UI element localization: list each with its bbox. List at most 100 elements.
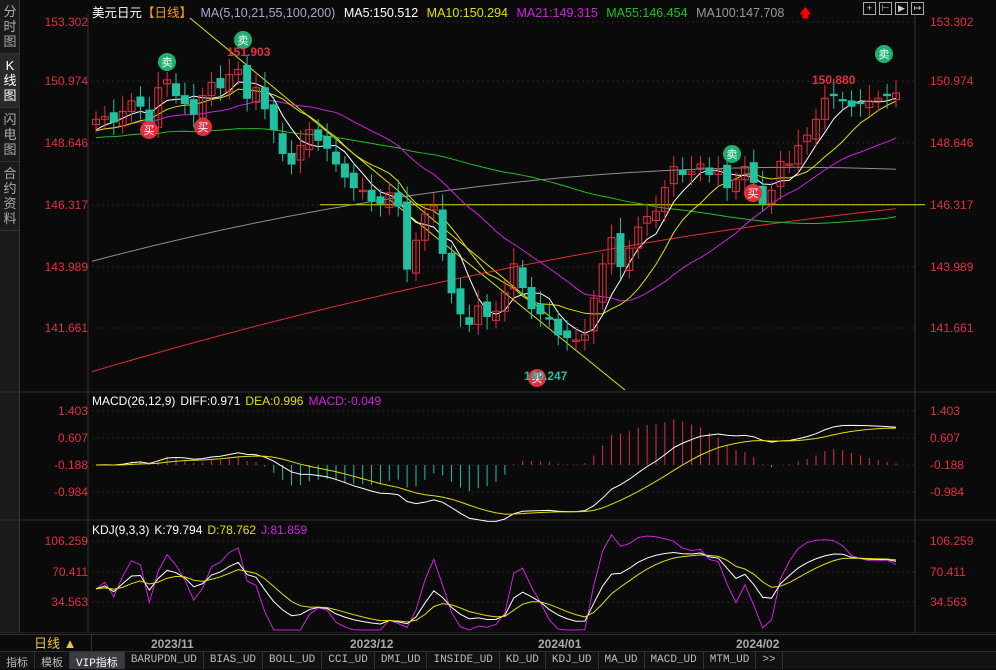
ma5-value: MA5:150.512 — [343, 6, 419, 20]
candle-body — [563, 330, 572, 338]
axis-label: 143.989 — [930, 260, 974, 274]
tab-biasud[interactable]: BIAS_UD — [204, 652, 264, 669]
candle-body — [172, 83, 180, 97]
axis-label: 146.317 — [44, 198, 88, 212]
axis-label: 141.661 — [930, 321, 974, 335]
chart-header: 美元日元【日线】 MA(5,10,21,55,100,200) MA5:150.… — [92, 2, 817, 25]
tab-barupdnud[interactable]: BARUPDN_UD — [125, 652, 204, 669]
candle-body — [705, 167, 714, 176]
candle-body — [287, 152, 296, 165]
low-price-label: 140.247 — [524, 369, 568, 383]
candle-body — [527, 287, 536, 310]
date-label: 2024/01 — [538, 637, 582, 651]
symbol-name: 美元日元 — [92, 6, 143, 20]
buy-signal-label: 买 — [748, 187, 759, 200]
kdj-label: KDJ(9,3,3) — [92, 523, 150, 537]
crosshair-icon[interactable]: + — [863, 2, 876, 15]
recent-high-label: 150.880 — [812, 73, 856, 87]
candle-body — [314, 129, 323, 141]
candle-body — [189, 99, 198, 115]
axis-label: -0.188 — [930, 458, 965, 472]
tab-cciud[interactable]: CCI_UD — [322, 652, 375, 669]
sell-signal-label: 卖 — [879, 48, 890, 61]
kdj-k-line — [95, 551, 897, 625]
axis-label: 106.259 — [44, 534, 88, 548]
axis-label: 141.661 — [44, 321, 88, 335]
axis-label: -0.984 — [930, 485, 965, 499]
axis-label: 34.563 — [51, 595, 88, 609]
candle-body — [394, 192, 403, 207]
kdj-j-line — [95, 533, 897, 631]
date-axis: 日线 ▲ 2023/11 2023/12 2024/01 2024/02 — [0, 634, 996, 652]
tab-[interactable]: >> — [756, 652, 783, 669]
period-selector[interactable]: 日线 ▲ — [20, 635, 92, 652]
axis-label: 150.974 — [44, 74, 88, 88]
price-chart[interactable]: 卖卖卖卖买 买买买151.903150.880140.247 — [0, 0, 996, 633]
axis-label: 143.989 — [44, 260, 88, 274]
zoom-fit-icon[interactable]: ⊢ — [879, 2, 892, 15]
candle-body — [376, 196, 385, 204]
axis-label: 34.563 — [930, 595, 967, 609]
axis-label: 0.607 — [930, 431, 961, 445]
candle-body — [216, 78, 225, 89]
candle-body — [332, 151, 340, 165]
tab-bollud[interactable]: BOLL_UD — [263, 652, 323, 669]
date-label: 2024/02 — [736, 637, 780, 651]
macd-legend: MACD(26,12,9) DIFF:0.971 DEA:0.996 MACD:-0.… — [92, 394, 386, 408]
candle-body — [456, 288, 465, 315]
candle-body — [465, 317, 474, 325]
candle-body — [883, 93, 892, 97]
axis-label: 148.646 — [44, 136, 88, 150]
ma55-line — [95, 128, 897, 225]
trend-line — [189, 17, 561, 326]
indicator-tabs: 指标 模板 VIP指标 BARUPDN_UD BIAS_UD BOLL_UD CCI_UD D… — [0, 652, 996, 670]
axis-label: 153.302 — [44, 15, 88, 29]
candle-body — [483, 301, 492, 317]
tab-dmiud[interactable]: DMI_UD — [375, 652, 428, 669]
tab-maud[interactable]: MA_UD — [599, 652, 645, 669]
tab-[interactable]: 指标 — [0, 652, 35, 670]
macd-diff: DIFF:0.971 — [180, 394, 241, 408]
candle-body — [278, 133, 287, 154]
chart-toolbar: + ⊢ ▶ ↦ — [863, 2, 924, 15]
axis-label: 153.302 — [930, 15, 974, 29]
kdj-j: J:81.859 — [261, 523, 308, 537]
candle-body — [749, 162, 758, 183]
play-icon[interactable]: ▶ — [895, 2, 908, 15]
ma-params[interactable]: MA(5,10,21,55,100,200) — [201, 6, 336, 20]
axis-label: 146.317 — [930, 198, 974, 212]
candle-body — [447, 252, 456, 294]
ma5-line — [95, 81, 897, 334]
axis-label: 70.411 — [52, 565, 88, 579]
tab-macdud[interactable]: MACD_UD — [645, 652, 704, 669]
ma55-value: MA55:146.454 — [606, 6, 688, 20]
candle-body — [260, 87, 269, 110]
tab-[interactable]: 模板 — [35, 652, 70, 670]
tab-mtmud[interactable]: MTM_UD — [704, 652, 757, 669]
axis-label: 106.259 — [930, 534, 974, 548]
up-arrow-icon[interactable]: 🡅 — [799, 6, 812, 20]
candle-body — [847, 100, 856, 107]
axis-label: 1.403 — [930, 404, 961, 418]
axis-label: 148.646 — [930, 136, 974, 150]
ma21-value: MA21:149.315 — [516, 6, 598, 20]
buy-signal-label: 买 — [198, 121, 209, 134]
tab-insideud[interactable]: INSIDE_UD — [427, 652, 500, 669]
candle-body — [554, 318, 563, 336]
tab-kdud[interactable]: KD_UD — [500, 652, 546, 669]
ma100-value: MA100:147.708 — [696, 6, 785, 20]
date-label: 2023/12 — [350, 637, 394, 651]
axis-label: 70.411 — [930, 565, 966, 579]
candle-body — [243, 64, 252, 99]
move-right-icon[interactable]: ↦ — [911, 2, 924, 15]
tab-kdjud[interactable]: KDJ_UD — [546, 652, 599, 669]
candle-body — [678, 170, 687, 176]
candle-body — [109, 112, 118, 123]
axis-label: 150.974 — [930, 74, 974, 88]
candle-body — [438, 209, 447, 254]
candle-body — [403, 201, 412, 270]
tab-vip[interactable]: VIP指标 — [70, 652, 125, 670]
axis-label: 1.403 — [57, 404, 88, 418]
axis-label: -0.188 — [53, 458, 88, 472]
candle-body — [367, 189, 376, 202]
